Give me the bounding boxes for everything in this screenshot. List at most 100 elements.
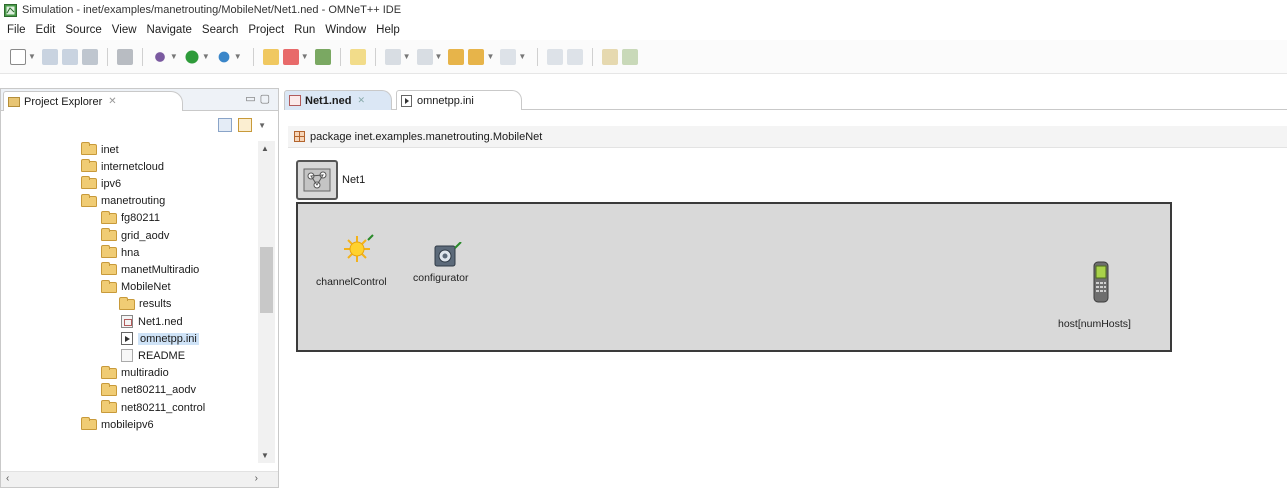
collapse-all-icon[interactable] bbox=[218, 118, 233, 132]
tree-item-fg80211[interactable]: fg80211 bbox=[101, 210, 160, 227]
save-icon[interactable] bbox=[41, 48, 58, 65]
new-icon[interactable] bbox=[10, 48, 26, 65]
tree-item-label: Net1.ned bbox=[138, 315, 183, 328]
tree-horizontal-scrollbar[interactable]: ‹ › bbox=[1, 471, 278, 487]
network-type-icon[interactable] bbox=[296, 160, 338, 200]
forward-dropdown-icon[interactable]: ▼ bbox=[486, 52, 494, 61]
external-tool-icon[interactable] bbox=[349, 48, 366, 65]
breakpoint-dropdown-icon[interactable]: ▼ bbox=[403, 52, 411, 61]
link-with-editor-icon[interactable] bbox=[238, 118, 253, 132]
menu-navigate[interactable]: Navigate bbox=[144, 24, 199, 36]
network-name: Net1 bbox=[342, 174, 366, 186]
link-icon[interactable] bbox=[567, 48, 584, 65]
tree-item-internetcloud[interactable]: internetcloud bbox=[81, 158, 164, 175]
menu-help[interactable]: Help bbox=[373, 24, 407, 36]
save-all-icon[interactable] bbox=[61, 48, 78, 65]
profile-dropdown-icon[interactable]: ▼ bbox=[234, 52, 242, 61]
folder-icon bbox=[101, 245, 117, 259]
tree-item-omnetpp-ini[interactable]: omnetpp.ini bbox=[119, 330, 199, 347]
last-edit-icon[interactable] bbox=[500, 48, 517, 65]
open-type-icon[interactable] bbox=[314, 48, 331, 65]
window-titlebar: Simulation - inet/examples/manetrouting/… bbox=[0, 0, 1287, 20]
menu-edit[interactable]: Edit bbox=[33, 24, 63, 36]
menu-source[interactable]: Source bbox=[62, 24, 108, 36]
open-perspective-icon[interactable] bbox=[602, 48, 619, 65]
tree-item-label: results bbox=[139, 298, 172, 311]
new-ned-icon[interactable] bbox=[282, 48, 299, 65]
toggle-breakpoint-icon[interactable] bbox=[384, 48, 401, 65]
tab-omnetpp-ini-label: omnetpp.ini bbox=[417, 94, 474, 107]
print-icon[interactable] bbox=[81, 48, 98, 65]
tree-item-manetrouting[interactable]: manetrouting bbox=[81, 193, 165, 210]
tab-omnetpp-ini[interactable]: omnetpp.ini bbox=[396, 90, 522, 110]
tab-project-explorer[interactable]: Project Explorer ✕ bbox=[3, 91, 183, 111]
tree-item-mobileipv6[interactable]: mobileipv6 bbox=[81, 416, 154, 433]
mobile-phone-icon[interactable] bbox=[1092, 260, 1110, 304]
next-annotation-dropdown-icon[interactable]: ▼ bbox=[435, 52, 443, 61]
tree-item-results[interactable]: results bbox=[119, 296, 171, 313]
tree-item-ipv6[interactable]: ipv6 bbox=[81, 175, 121, 192]
scroll-right-icon[interactable]: › bbox=[255, 473, 258, 484]
project-tree: inet internetcloud ipv6 manetrouting fg80211… bbox=[1, 141, 259, 463]
last-edit-dropdown-icon[interactable]: ▼ bbox=[518, 52, 526, 61]
submodule-channelcontrol-label: channelControl bbox=[316, 276, 387, 288]
perspective-icon[interactable] bbox=[622, 48, 639, 65]
menu-project[interactable]: Project bbox=[245, 24, 291, 36]
tree-item-readme[interactable]: README bbox=[119, 347, 185, 364]
tree-item-net80211-aodv[interactable]: net80211_aodv bbox=[101, 382, 196, 399]
menu-window[interactable]: Window bbox=[322, 24, 373, 36]
next-annotation-icon[interactable] bbox=[416, 48, 433, 65]
package-icon bbox=[294, 131, 305, 142]
package-declaration[interactable]: package inet.examples.manetrouting.Mobil… bbox=[288, 126, 1287, 148]
tree-item-label: MobileNet bbox=[121, 281, 171, 294]
project-explorer-tabbar: Project Explorer ✕ ▭▢ bbox=[1, 89, 278, 111]
folder-icon bbox=[101, 400, 117, 413]
view-menu-icon[interactable]: ▼ bbox=[258, 121, 266, 130]
tree-item-net1-ned[interactable]: Net1.ned bbox=[119, 313, 183, 330]
tree-item-label: manetMultiradio bbox=[121, 263, 200, 276]
tree-item-multiradio[interactable]: multiradio bbox=[101, 365, 169, 382]
editor-tabbar: Net1.ned ✕ omnetpp.ini bbox=[284, 88, 1287, 110]
build-icon[interactable] bbox=[116, 48, 133, 65]
menu-run[interactable]: Run bbox=[291, 24, 322, 36]
new-ned-dropdown-icon[interactable]: ▼ bbox=[301, 52, 309, 61]
tree-item-label: net80211_aodv bbox=[121, 384, 197, 397]
tree-item-net80211-control[interactable]: net80211_control bbox=[101, 399, 205, 416]
pin-icon[interactable] bbox=[547, 48, 564, 65]
forward-icon[interactable] bbox=[468, 48, 485, 65]
channel-control-sun-icon[interactable] bbox=[342, 234, 376, 264]
configurator-gear-icon[interactable] bbox=[433, 242, 463, 268]
tab-net1-ned[interactable]: Net1.ned ✕ bbox=[284, 90, 392, 110]
tree-item-label: omnetpp.ini bbox=[138, 332, 199, 345]
folder-icon bbox=[81, 193, 97, 207]
back-icon[interactable] bbox=[448, 48, 465, 65]
tree-vertical-scrollbar[interactable]: ▲ ▼ bbox=[258, 141, 275, 463]
profile-icon[interactable] bbox=[215, 48, 232, 65]
scroll-left-icon[interactable]: ‹ bbox=[6, 473, 9, 484]
run-dropdown-icon[interactable]: ▼ bbox=[202, 52, 210, 61]
tree-item-grid-aodv[interactable]: grid_aodv bbox=[101, 227, 169, 244]
tree-item-hna[interactable]: hna bbox=[101, 244, 139, 261]
new-project-icon[interactable] bbox=[262, 48, 279, 65]
scroll-down-icon[interactable]: ▼ bbox=[261, 451, 269, 460]
scrollbar-thumb[interactable] bbox=[260, 247, 273, 313]
tree-item-mobilenet[interactable]: MobileNet bbox=[101, 279, 171, 296]
scroll-up-icon[interactable]: ▲ bbox=[261, 144, 269, 153]
debug-icon[interactable] bbox=[151, 48, 168, 65]
debug-dropdown-icon[interactable]: ▼ bbox=[170, 52, 178, 61]
folder-icon bbox=[81, 176, 97, 190]
editor-area: Net1.ned ✕ omnetpp.ini package inet.exam… bbox=[284, 88, 1287, 490]
tree-item-inet[interactable]: inet bbox=[81, 141, 119, 158]
new-dropdown-icon[interactable]: ▼ bbox=[28, 52, 36, 61]
folder-icon bbox=[101, 262, 117, 276]
network-canvas[interactable]: channelControl configurator host[numHost… bbox=[296, 202, 1172, 352]
ned-file-icon bbox=[121, 315, 133, 328]
menu-view[interactable]: View bbox=[109, 24, 144, 36]
tree-item-manetmultiradio[interactable]: manetMultiradio bbox=[101, 261, 199, 278]
minimize-maximize-icons[interactable]: ▭▢ bbox=[245, 92, 274, 105]
menu-file[interactable]: File bbox=[4, 24, 33, 36]
close-icon[interactable]: ✕ bbox=[108, 96, 116, 107]
menu-search[interactable]: Search bbox=[199, 24, 245, 36]
run-icon[interactable] bbox=[183, 48, 200, 65]
close-icon[interactable]: ✕ bbox=[357, 95, 365, 106]
